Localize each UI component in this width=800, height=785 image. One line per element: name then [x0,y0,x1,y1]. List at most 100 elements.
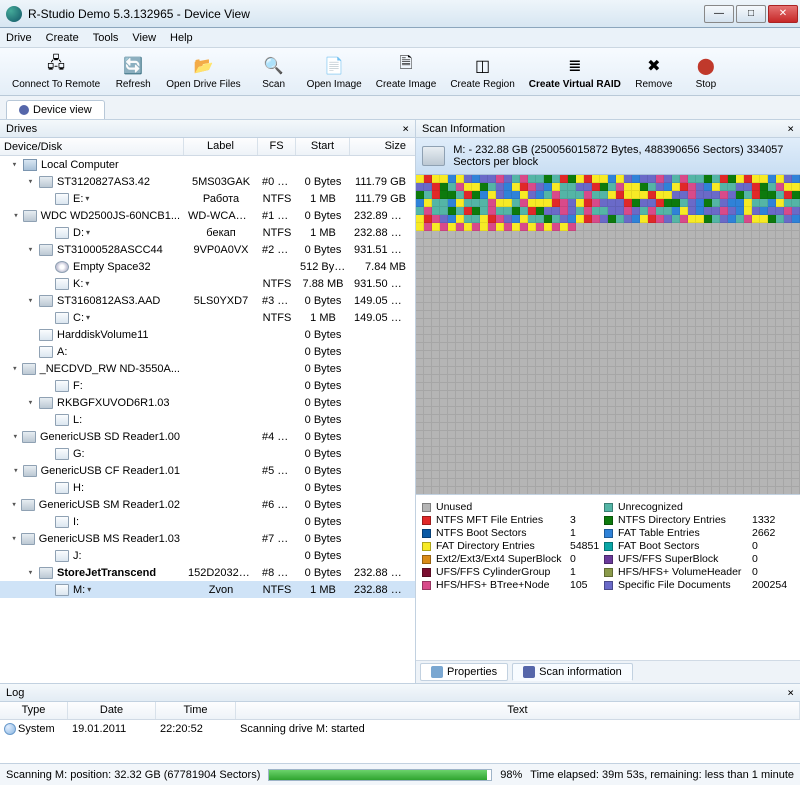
drive-row[interactable]: ▾ST3160812AS3.AAD5LS0YXD7#3 SA...0 Bytes… [0,292,415,309]
drive-row[interactable]: ▾GenericUSB MS Reader1.03#7 USB0 Bytes [0,530,415,547]
dropdown-icon[interactable]: ▾ [85,194,89,203]
drive-row[interactable]: ▸K:▾NTFS7.88 MB931.50 GB [0,275,415,292]
tab-device-view[interactable]: Device view [6,100,105,119]
tree-twisty[interactable]: ▾ [26,177,35,187]
legend-swatch [604,542,613,551]
drive-row[interactable]: ▸G:0 Bytes [0,445,415,462]
cell-st: 0 Bytes [296,329,350,341]
col-date[interactable]: Date [68,702,156,719]
cell-fs: NTFS [258,227,296,239]
tree-twisty[interactable]: ▾ [26,568,35,578]
col-start[interactable]: Start [296,138,350,155]
drive-row[interactable]: ▸D:▾бекапNTFS1 MB232.88 GB [0,224,415,241]
tree-twisty[interactable]: ▾ [13,432,18,442]
drive-row[interactable]: ▸A:0 Bytes [0,343,415,360]
log-date: 19.01.2011 [68,723,156,735]
toolbar-create-region-button[interactable]: ◫Create Region [444,52,520,92]
toolbar-open-files-button[interactable]: 📂Open Drive Files [160,52,246,92]
tree-twisty[interactable]: ▾ [26,245,35,255]
drive-row[interactable]: ▾StoreJetTranscend152D20329000#8 USB0 By… [0,564,415,581]
menu-tools[interactable]: Tools [93,32,119,44]
col-size[interactable]: Size [350,138,410,155]
drive-row[interactable]: ▸C:▾NTFS1 MB149.05 GB [0,309,415,326]
cell-st: 0 Bytes [296,448,350,460]
device-name: GenericUSB SD Reader1.00 [40,431,180,443]
toolbar-open-image-button[interactable]: 📄Open Image [301,52,368,92]
dropdown-icon[interactable]: ▾ [86,228,90,237]
drive-row[interactable]: ▸M:▾ZvonNTFS1 MB232.88 GB [0,581,415,598]
drive-row[interactable]: ▸H:0 Bytes [0,479,415,496]
col-device[interactable]: Device/Disk [0,138,184,155]
dropdown-icon[interactable]: ▾ [85,279,89,288]
drive-row[interactable]: ▸J:0 Bytes [0,547,415,564]
tree-twisty[interactable]: ▾ [13,466,18,476]
col-type[interactable]: Type [0,702,68,719]
toolbar-refresh-button[interactable]: 🔄Refresh [108,52,158,92]
menu-view[interactable]: View [132,32,156,44]
drive-row[interactable]: ▾RKBGFXUVOD6R1.030 Bytes [0,394,415,411]
tree-twisty[interactable]: ▾ [12,364,17,374]
drive-row[interactable]: ▾GenericUSB SD Reader1.00#4 USB0 Bytes [0,428,415,445]
toolbar-create-image-button[interactable]: 🗎Create Image [370,52,443,92]
cell-st: 0 Bytes [296,567,350,579]
tab-scan-info[interactable]: Scan information [512,663,633,681]
maximize-button[interactable]: □ [736,5,766,23]
drive-row[interactable]: ▾_NECDVD_RW ND-3550A...0 Bytes [0,360,415,377]
cell-fs: #0 SA... [258,176,296,188]
menu-drive[interactable]: Drive [6,32,32,44]
menu-help[interactable]: Help [170,32,193,44]
drive-row[interactable]: ▾ST3120827AS3.425MS03GAK#0 SA...0 Bytes1… [0,173,415,190]
tab-properties[interactable]: Properties [420,663,508,681]
tree-twisty[interactable]: ▾ [11,500,16,510]
pane-close-icon[interactable]: × [787,686,794,699]
log-grid-body[interactable]: System19.01.201122:20:52Scanning drive M… [0,720,800,763]
toolbar-stop-button[interactable]: ⬤Stop [681,52,731,92]
tree-twisty[interactable]: ▾ [26,398,35,408]
cell-st: 0 Bytes [296,414,350,426]
close-button[interactable]: ✕ [768,5,798,23]
drive-row[interactable]: ▸Empty Space32512 Bytes7.84 MB [0,258,415,275]
tab-label: Device view [33,104,92,116]
toolbar-label: Scan [262,79,285,90]
dropdown-icon[interactable]: ▾ [86,313,90,322]
device-name: I: [73,516,79,528]
scan-map[interactable] [416,175,800,495]
col-fs[interactable]: FS [258,138,296,155]
drive-row[interactable]: ▾WDC WD2500JS-60NCB1...WD-WCANKA...#1 SA… [0,207,415,224]
toolbar-create-raid-button[interactable]: ≣Create Virtual RAID [523,52,627,92]
pane-close-icon[interactable]: × [787,122,794,135]
pane-close-icon[interactable]: × [402,122,409,135]
hdd-icon [39,397,53,409]
log-row[interactable]: System19.01.201122:20:52Scanning drive M… [0,720,800,737]
col-text[interactable]: Text [236,702,800,719]
drive-row[interactable]: ▸L:0 Bytes [0,411,415,428]
drive-row[interactable]: ▸E:▾РаботаNTFS1 MB111.79 GB [0,190,415,207]
toolbar-scan-button[interactable]: 🔍Scan [249,52,299,92]
toolbar-connect-button[interactable]: 🖧Connect To Remote [6,52,106,92]
drive-row[interactable]: ▾ST31000528ASCC449VP0A0VX#2 SA...0 Bytes… [0,241,415,258]
drive-row[interactable]: ▾GenericUSB SM Reader1.02#6 USB0 Bytes [0,496,415,513]
cell-fs: NTFS [258,584,296,596]
drive-row[interactable]: ▾Local Computer [0,156,415,173]
drive-row[interactable]: ▸HarddiskVolume110 Bytes [0,326,415,343]
tree-twisty[interactable]: ▾ [10,160,19,170]
legend-value: 1332 [752,514,792,526]
device-name: ST3160812AS3.AAD [57,295,160,307]
cell-st: 0 Bytes [296,516,350,528]
tree-twisty[interactable]: ▾ [13,211,18,221]
open-image-icon: 📄 [322,54,346,78]
minimize-button[interactable]: — [704,5,734,23]
drive-row[interactable]: ▸F:0 Bytes [0,377,415,394]
drive-row[interactable]: ▾GenericUSB CF Reader1.01#5 USB0 Bytes [0,462,415,479]
drive-row[interactable]: ▸I:0 Bytes [0,513,415,530]
toolbar-remove-button[interactable]: ✖Remove [629,52,679,92]
col-time[interactable]: Time [156,702,236,719]
tree-twisty[interactable]: ▾ [11,534,16,544]
col-label[interactable]: Label [184,138,258,155]
tree-twisty[interactable]: ▾ [26,296,35,306]
toolbar-label: Open Drive Files [166,79,240,90]
drives-grid-body[interactable]: ▾Local Computer▾ST3120827AS3.425MS03GAK#… [0,156,415,683]
volume-icon [55,414,69,426]
menu-create[interactable]: Create [46,32,79,44]
dropdown-icon[interactable]: ▾ [87,585,91,594]
